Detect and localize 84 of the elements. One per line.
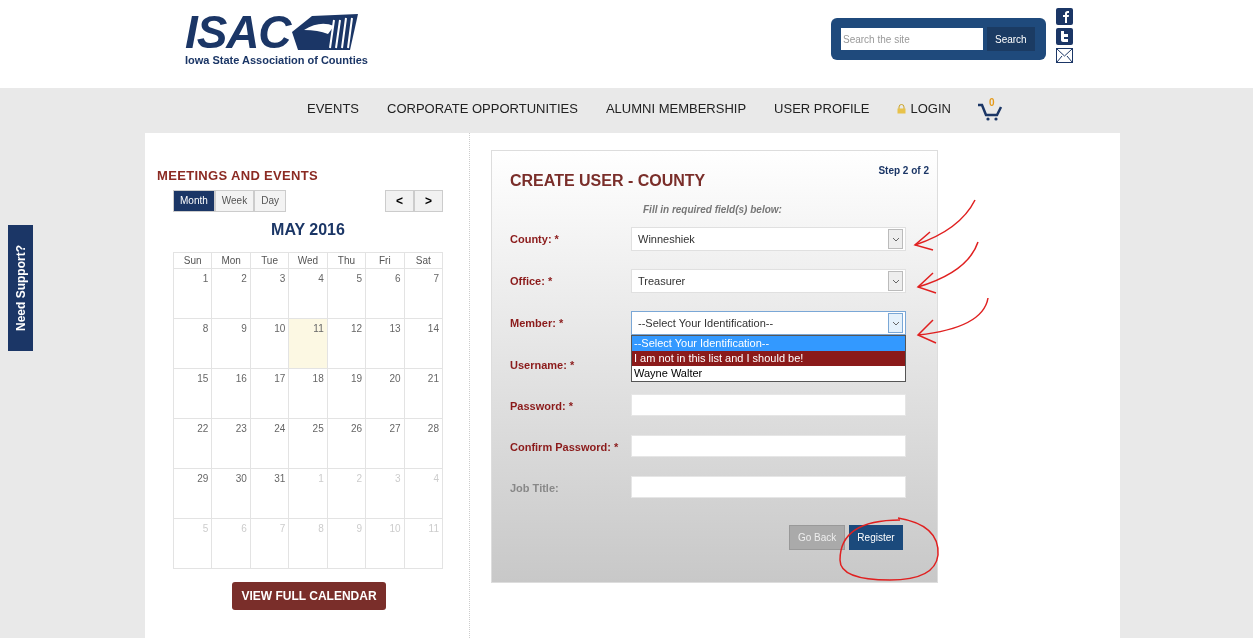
text-field[interactable] [631,394,906,416]
day-cell[interactable]: 29 [174,468,213,519]
day-cell[interactable]: 12 [327,318,367,369]
day-cell[interactable]: 25 [289,418,328,469]
day-cell[interactable]: 14 [404,318,443,369]
day-cell[interactable]: 2 [212,268,251,319]
annotation-arrow [913,199,976,251]
dropdown-value: Treasurer [637,273,687,289]
day-cell[interactable]: 8 [174,318,213,369]
step-indicator: Step 2 of 2 [878,164,929,178]
field-label: Job Title: [510,481,560,496]
day-cell[interactable]: 9 [212,318,251,369]
form-instruction: Fill in required field(s) below: [643,203,783,217]
annotation-arrow [916,241,979,294]
day-cell[interactable]: 5 [327,268,367,319]
day-cell[interactable]: 23 [212,418,251,469]
lock-icon [897,104,907,114]
day-cell[interactable]: 22 [174,418,213,469]
weekday-header: Thu [327,252,367,269]
field-label: County: * [510,232,560,247]
logo-wordmark: ISAC [185,10,291,54]
day-cell[interactable]: 18 [289,368,328,419]
cart-count: 0 [988,96,995,110]
weekday-header: Wed [289,252,328,269]
support-tab[interactable]: Need Support? [8,225,33,351]
logo-tagline: Iowa State Association of Counties [185,54,368,66]
text-field[interactable] [631,435,906,457]
mail-icon[interactable] [1056,48,1073,63]
dropdown-value: --Select Your Identification-- [637,315,775,331]
field-label: Username: * [510,358,576,373]
weekday-header: Sat [404,252,443,269]
day-cell[interactable]: 15 [174,368,213,419]
day-cell[interactable]: 11 [289,318,328,369]
next-button[interactable]: > [414,189,443,212]
day-cell[interactable]: 4 [289,268,328,319]
day-cell[interactable]: 16 [212,368,251,419]
day-cell[interactable]: 30 [212,468,251,519]
day-cell[interactable]: 19 [327,368,367,419]
weekday-header: Mon [212,252,251,269]
calendar-month: MAY 2016 [270,219,346,240]
field-label: Office: * [510,274,554,289]
day-cell[interactable]: 31 [250,468,290,519]
facebook-icon[interactable] [1056,8,1073,25]
weekday-header: Fri [366,252,405,269]
view-calendar-button[interactable]: VIEW FULL CALENDAR [232,581,386,610]
day-cell[interactable]: 1 [174,268,213,319]
nav-link[interactable]: CORPORATE OPPORTUNITIES [387,99,578,119]
day-cell[interactable]: 20 [366,368,405,419]
register-button[interactable]: Register [849,525,903,550]
dropdown-field[interactable]: Treasurer [631,269,906,293]
nav-link[interactable]: USER PROFILE [774,99,870,119]
day-cell[interactable]: 21 [404,368,443,419]
view-tab[interactable]: Day [254,189,286,212]
field-label: Member: * [510,316,565,331]
dropdown-option[interactable]: I am not in this list and I should be! [632,351,905,366]
form-title: CREATE USER - COUNTY [510,171,706,191]
dropdown-field[interactable]: Winneshiek [631,227,906,251]
previous-button[interactable]: < [385,189,414,212]
nav-link[interactable]: EVENTS [307,99,359,119]
day-cell[interactable]: 6 [366,268,405,319]
view-tab[interactable]: Month [173,189,215,212]
nav-link[interactable]: ALUMNI MEMBERSHIP [605,99,747,119]
day-cell[interactable]: 13 [366,318,405,369]
dropdown-value: Winneshiek [637,231,696,247]
text-field[interactable] [631,476,906,498]
view-tab[interactable]: Week [214,189,255,212]
weekday-header: Tue [250,252,290,269]
nav-link[interactable]: LOGIN [897,99,951,119]
logo-emblem-icon [290,12,361,52]
day-cell[interactable]: 24 [250,418,290,469]
day-cell[interactable]: 28 [404,418,443,469]
section-heading: MEETINGS AND EVENTS [157,167,319,185]
search-field[interactable]: Search the site [841,28,983,50]
field-label: Password: * [510,399,574,414]
search-button[interactable]: Search [987,27,1035,51]
dropdown-field[interactable]: --Select Your Identification-- [631,311,906,335]
day-cell[interactable]: 3 [250,268,290,319]
day-cell[interactable]: 17 [250,368,290,419]
day-cell[interactable]: 7 [404,268,443,319]
field-label: Confirm Password: * [510,440,620,455]
twitter-icon[interactable] [1056,28,1073,45]
day-cell[interactable]: 26 [327,418,367,469]
day-cell[interactable]: 27 [366,418,405,469]
weekday-header: Sun [174,252,213,269]
